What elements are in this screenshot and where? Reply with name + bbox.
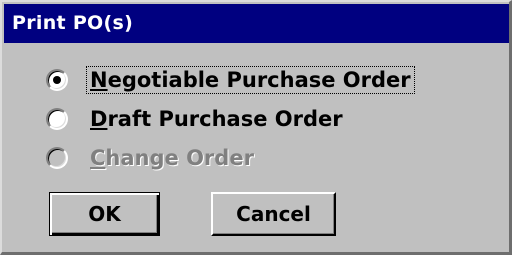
radio-button-selected[interactable]	[46, 69, 68, 91]
title-bar[interactable]: Print PO(s)	[4, 4, 509, 43]
label-text: raft Purchase Order	[107, 107, 343, 131]
mnemonic-letter: C	[90, 146, 106, 170]
cancel-button[interactable]: Cancel	[211, 192, 336, 236]
option-change-order: Change Order	[46, 143, 258, 173]
option-negotiable-purchase-order[interactable]: Negotiable Purchase Order	[46, 65, 415, 95]
option-label-change: Change Order	[86, 144, 258, 172]
mnemonic-letter: D	[90, 107, 108, 131]
radio-button[interactable]	[46, 108, 68, 130]
mnemonic-letter: N	[90, 68, 108, 92]
option-draft-purchase-order[interactable]: Draft Purchase Order	[46, 104, 347, 134]
window-title: Print PO(s)	[12, 12, 134, 34]
option-label-negotiable: Negotiable Purchase Order	[86, 66, 415, 94]
ok-button[interactable]: OK	[49, 192, 160, 236]
label-text: hange Order	[105, 146, 254, 170]
radio-button-disabled	[46, 147, 68, 169]
option-label-draft: Draft Purchase Order	[86, 105, 347, 133]
label-text: egotiable Purchase Order	[107, 68, 411, 92]
print-po-dialog: Print PO(s) Negotiable Purchase Order Dr…	[0, 0, 512, 255]
